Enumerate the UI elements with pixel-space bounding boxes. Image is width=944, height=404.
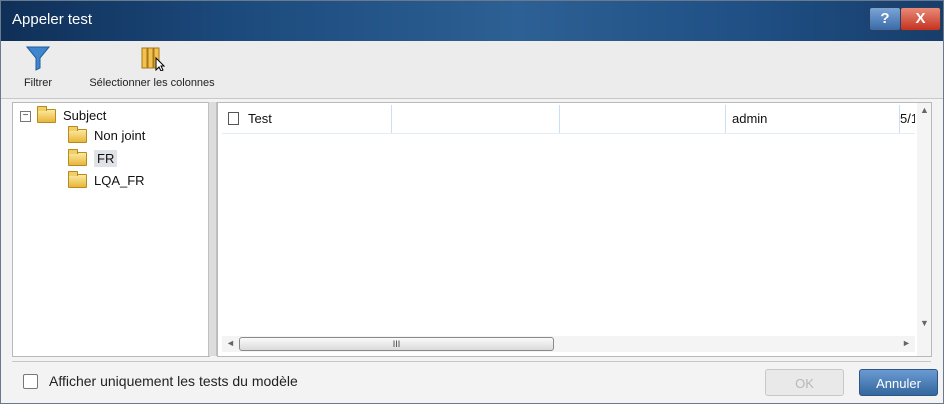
close-button[interactable]: X (900, 7, 941, 31)
help-button[interactable]: ? (869, 7, 901, 31)
table-cell (392, 105, 560, 133)
test-document-icon (228, 112, 239, 126)
vertical-scrollbar[interactable]: ▲ ▼ (917, 103, 931, 356)
scroll-down-icon[interactable]: ▼ (920, 318, 929, 328)
tree-item-label: LQA_FR (94, 173, 145, 188)
folder-tree[interactable]: − Subject Non joint FR LQA_FR (12, 102, 210, 357)
tree-item-fr[interactable]: FR (68, 148, 118, 167)
filter-label: Filtrer (23, 77, 53, 89)
call-test-dialog: Appeler test ? X Filtrer Sélectionner le… (0, 0, 944, 404)
tests-grid: Test admin 5/16 ▲ ▼ ◄ III ► (217, 102, 932, 357)
filter-icon (26, 46, 50, 71)
folder-icon (68, 170, 87, 188)
scroll-right-icon[interactable]: ► (902, 338, 911, 348)
select-columns-button[interactable]: Sélectionner les colonnes (72, 45, 232, 89)
columns-icon (141, 47, 165, 71)
tree-item-label: FR (94, 150, 118, 167)
scroll-up-icon[interactable]: ▲ (920, 105, 929, 115)
tree-item-label: Non joint (94, 128, 146, 143)
cancel-button[interactable]: Annuler (859, 369, 938, 396)
folder-open-icon (68, 148, 87, 166)
table-row[interactable]: Test admin 5/16 (222, 105, 915, 134)
select-columns-label: Sélectionner les colonnes (89, 77, 215, 89)
template-only-checkbox[interactable] (23, 373, 38, 389)
folder-icon (68, 125, 87, 143)
folder-open-icon (37, 105, 56, 123)
horizontal-scrollbar[interactable]: ◄ III ► (222, 336, 915, 352)
owner-cell: admin (726, 105, 900, 133)
tree-item-subject[interactable]: Subject (37, 105, 107, 123)
collapse-toggle[interactable]: − (20, 111, 31, 122)
tree-item-non-joint[interactable]: Non joint (68, 125, 146, 143)
template-only-option[interactable]: Afficher uniquement les tests du modèle (23, 373, 298, 389)
template-only-label: Afficher uniquement les tests du modèle (49, 373, 298, 389)
window-title: Appeler test (12, 11, 93, 28)
scroll-left-icon[interactable]: ◄ (226, 338, 235, 348)
table-cell (560, 105, 726, 133)
test-name-cell: Test (222, 105, 392, 133)
pane-splitter[interactable] (208, 102, 217, 356)
ok-button[interactable]: OK (765, 369, 844, 396)
tree-item-label: Subject (63, 108, 107, 123)
tree-item-lqa-fr[interactable]: LQA_FR (68, 170, 145, 188)
scrollbar-thumb[interactable]: III (239, 337, 554, 351)
title-bar[interactable]: Appeler test ? X (1, 1, 943, 41)
toolbar: Filtrer Sélectionner les colonnes (1, 41, 943, 99)
footer-divider (12, 361, 931, 362)
filter-button[interactable]: Filtrer (17, 45, 59, 89)
date-cell: 5/16 (900, 111, 915, 126)
test-name: Test (248, 111, 272, 126)
